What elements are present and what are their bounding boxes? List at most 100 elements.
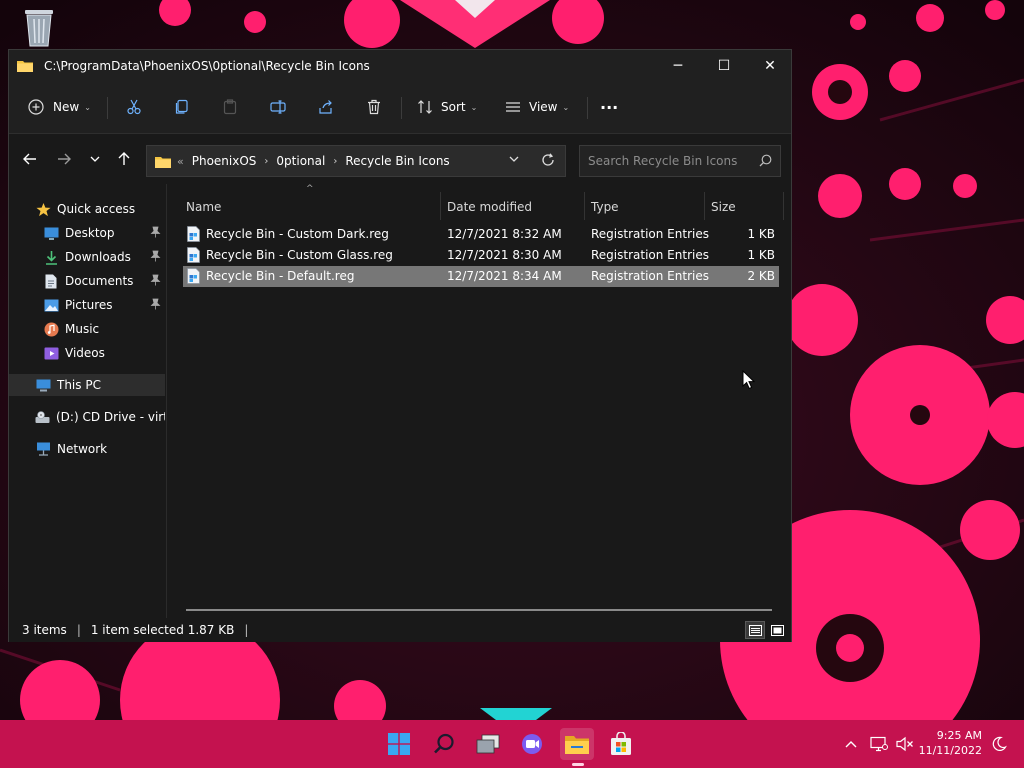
chat-icon [522, 734, 542, 754]
file-size: 1 KB [747, 248, 775, 262]
nav-item-desktop[interactable]: Desktop [9, 222, 165, 244]
file-date-modified: 12/7/2021 8:30 AM [447, 248, 562, 262]
store-button[interactable] [604, 728, 638, 760]
rename-icon [270, 100, 286, 114]
column-divider[interactable] [584, 192, 585, 220]
start-button[interactable] [382, 728, 416, 760]
file-row[interactable]: Recycle Bin - Default.reg 12/7/2021 8:34 … [183, 266, 779, 287]
breadcrumb-chevron-icon[interactable]: › [333, 156, 337, 167]
more-options-button[interactable]: ··· [600, 95, 618, 119]
copy-button[interactable] [174, 95, 190, 119]
file-type: Registration Entries [591, 227, 709, 241]
chevron-down-icon: ⌄ [562, 102, 570, 112]
display-icon [870, 736, 888, 752]
column-header-size[interactable]: Size [711, 194, 771, 220]
taskbar-search-button[interactable] [427, 728, 461, 760]
cd-drive-icon [35, 409, 50, 425]
large-icons-view-button[interactable] [767, 621, 787, 639]
new-button[interactable]: New ⌄ [28, 95, 91, 119]
breadcrumb-phoenixos[interactable]: PhoenixOS [192, 154, 257, 168]
file-row[interactable]: Recycle Bin - Custom Glass.reg 12/7/2021 … [183, 245, 779, 266]
close-button[interactable]: ✕ [747, 50, 793, 81]
address-dropdown-icon[interactable] [509, 156, 519, 162]
clock[interactable]: 9:25 AM 11/11/2022 [912, 728, 982, 758]
nav-item-cd-drive[interactable]: (D:) CD Drive - virtio- [9, 406, 165, 428]
notifications-button[interactable] [988, 732, 1010, 756]
pictures-icon [43, 297, 59, 313]
chat-button[interactable] [515, 728, 549, 760]
breadcrumb-optional[interactable]: 0ptional [276, 154, 325, 168]
column-header-name[interactable]: Name [186, 194, 436, 220]
column-divider[interactable] [440, 192, 441, 220]
file-list-pane: ^ Name Date modified Type Size Recycle B… [168, 184, 791, 618]
recent-locations-button[interactable] [83, 147, 107, 171]
column-header-date-modified[interactable]: Date modified [447, 194, 577, 220]
command-bar: New ⌄ Sort ⌄ View ⌄ ··· [9, 81, 791, 134]
file-name: Recycle Bin - Default.reg [206, 269, 355, 283]
breadcrumb-overflow[interactable]: « [177, 155, 184, 168]
horizontal-scrollbar[interactable] [186, 609, 772, 611]
nav-item-network[interactable]: Network [9, 438, 165, 460]
folder-icon [565, 736, 589, 754]
reg-file-icon [187, 268, 200, 287]
search-input[interactable]: Search Recycle Bin Icons [588, 154, 737, 168]
nav-item-this-pc[interactable]: This PC [9, 374, 165, 396]
file-explorer-taskbar-button[interactable] [560, 728, 594, 760]
reg-file-icon [187, 226, 200, 245]
show-hidden-icons-button[interactable] [842, 732, 860, 756]
back-button[interactable] [18, 147, 42, 171]
arrow-right-icon [58, 153, 71, 165]
documents-icon [43, 273, 59, 289]
nav-quick-access[interactable]: Quick access [9, 198, 165, 220]
display-tray-button[interactable] [868, 732, 890, 756]
task-view-button[interactable] [471, 728, 505, 760]
search-box[interactable]: Search Recycle Bin Icons [579, 145, 781, 177]
cut-button[interactable] [126, 95, 142, 119]
nav-item-videos[interactable]: Videos [9, 342, 165, 364]
paste-button[interactable] [222, 95, 238, 119]
videos-icon [43, 345, 59, 361]
windows-logo-icon [388, 733, 410, 755]
new-label: New [53, 100, 80, 114]
status-divider: | [76, 623, 81, 637]
forward-button[interactable] [52, 147, 76, 171]
rename-button[interactable] [270, 95, 286, 119]
file-row[interactable]: Recycle Bin - Custom Dark.reg 12/7/2021 8… [183, 224, 779, 245]
refresh-icon[interactable] [541, 153, 555, 167]
music-icon [43, 321, 59, 337]
maximize-button[interactable]: ☐ [701, 50, 747, 81]
breadcrumb-chevron-icon[interactable]: › [264, 156, 268, 167]
minimize-button[interactable]: ─ [655, 50, 701, 81]
search-icon[interactable] [759, 154, 772, 170]
address-row: « PhoenixOS › 0ptional › Recycle Bin Ico… [9, 134, 791, 184]
breadcrumb-recycle-bin-icons[interactable]: Recycle Bin Icons [345, 154, 449, 168]
view-icon [506, 102, 520, 112]
folder-icon [155, 155, 171, 168]
column-divider[interactable] [783, 192, 784, 220]
address-bar[interactable]: « PhoenixOS › 0ptional › Recycle Bin Ico… [146, 145, 566, 177]
selection-info: 1 item selected 1.87 KB [90, 623, 235, 637]
up-button[interactable] [112, 147, 136, 171]
nav-item-music[interactable]: Music [9, 318, 165, 340]
view-button[interactable]: View ⌄ [505, 95, 569, 119]
nav-item-documents[interactable]: Documents [9, 270, 165, 292]
view-label: View [529, 100, 558, 114]
large-icons-view-icon [770, 624, 784, 636]
nav-item-label: Documents [65, 274, 134, 288]
column-header-type[interactable]: Type [591, 194, 701, 220]
title-bar[interactable]: C:\ProgramData\PhoenixOS\0ptional\Recycl… [9, 50, 791, 81]
delete-button[interactable] [366, 95, 382, 119]
nav-item-downloads[interactable]: Downloads [9, 246, 165, 268]
status-bar: 3 items | 1 item selected 1.87 KB | [9, 618, 791, 642]
pin-icon [150, 274, 161, 289]
details-view-button[interactable] [745, 621, 765, 639]
sort-button[interactable]: Sort ⌄ [417, 95, 477, 119]
file-date-modified: 12/7/2021 8:34 AM [447, 269, 562, 283]
nav-item-label: Quick access [57, 202, 136, 216]
nav-item-pictures[interactable]: Pictures [9, 294, 165, 316]
column-divider[interactable] [704, 192, 705, 220]
share-button[interactable] [318, 95, 334, 119]
details-view-icon [748, 624, 762, 636]
recycle-bin-desktop-icon[interactable] [18, 4, 60, 50]
status-divider: | [244, 623, 249, 637]
